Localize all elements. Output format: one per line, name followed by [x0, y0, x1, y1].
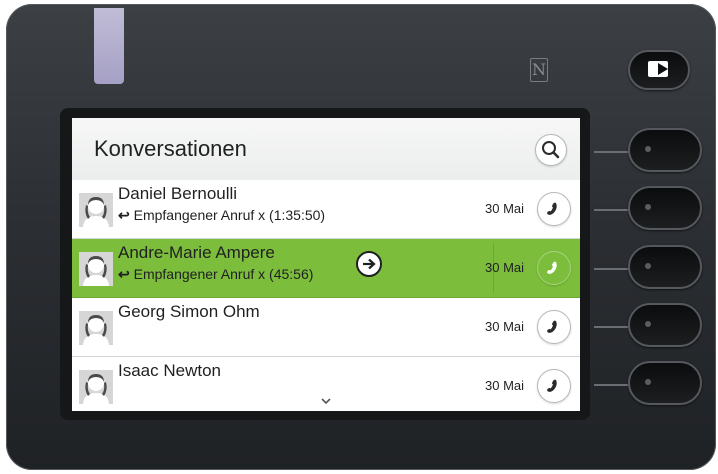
call-date: 30 Mai — [485, 319, 525, 334]
avatar — [79, 252, 113, 286]
row-divider — [493, 243, 494, 293]
exit-key[interactable] — [628, 50, 690, 90]
search-icon — [542, 141, 560, 159]
softkey-line-5 — [594, 384, 630, 386]
conversation-row-georg-simon-ohm[interactable]: Georg Simon Ohm 30 Mai — [72, 298, 580, 357]
exit-icon — [648, 61, 668, 77]
call-button[interactable] — [537, 369, 571, 403]
softkey-5[interactable] — [628, 361, 702, 405]
conversation-row-daniel-bernoulli[interactable]: Daniel Bernoulli ↩ Empfangener Anruf x (… — [72, 180, 580, 239]
display: Konversationen Daniel Bernoulli ↩ Empfan… — [72, 118, 580, 411]
call-detail: ↩ Empfangener Anruf x (45:56) — [118, 266, 314, 282]
softkey-2[interactable] — [628, 186, 702, 230]
softkey-line-2 — [594, 209, 630, 211]
call-date: 30 Mai — [485, 378, 525, 393]
incoming-call-icon: ↩ — [118, 207, 130, 223]
call-date: 30 Mai — [485, 201, 525, 216]
avatar — [79, 370, 113, 404]
phone-icon — [547, 202, 557, 215]
message-led — [94, 8, 124, 84]
phone-icon — [547, 261, 557, 274]
softkey-line-4 — [594, 326, 630, 328]
nfc-icon: N — [530, 58, 548, 82]
page-header: Konversationen — [72, 118, 580, 181]
phone-icon — [547, 320, 557, 333]
call-button[interactable] — [537, 310, 571, 344]
softkey-4[interactable] — [628, 303, 702, 347]
incoming-call-icon: ↩ — [118, 266, 130, 282]
contact-name: Georg Simon Ohm — [118, 302, 260, 321]
arrow-right-icon — [363, 258, 376, 270]
phone-icon — [547, 379, 557, 392]
search-button[interactable] — [535, 134, 567, 166]
contact-name: Daniel Bernoulli — [118, 184, 238, 203]
chevron-down-icon[interactable] — [320, 397, 332, 405]
softkey-1[interactable] — [628, 128, 702, 172]
avatar — [79, 311, 113, 345]
call-button[interactable] — [537, 192, 571, 226]
contact-name: Isaac Newton — [118, 361, 221, 380]
conversation-row-andre-marie-ampere[interactable]: Andre-Marie Ampere ↩ Empfangener Anruf x… — [72, 239, 580, 298]
call-button[interactable] — [537, 251, 571, 285]
contact-name: Andre-Marie Ampere — [118, 243, 275, 262]
softkey-line-1 — [594, 151, 630, 153]
softkey-line-3 — [594, 268, 630, 270]
call-date: 30 Mai — [485, 260, 525, 275]
arrow-right-button[interactable] — [356, 251, 382, 277]
avatar — [79, 193, 113, 227]
page-title: Konversationen — [94, 136, 247, 161]
call-detail: ↩ Empfangener Anruf x (1:35:50) — [118, 207, 326, 223]
softkey-3[interactable] — [628, 245, 702, 289]
